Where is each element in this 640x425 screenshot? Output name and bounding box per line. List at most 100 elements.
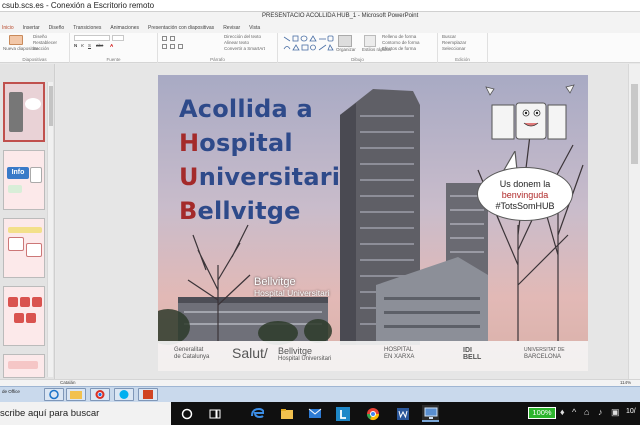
thumb-number: 3 [4,219,5,224]
powerpoint-titlebar: PRESENTACIO ACOLLIDA HUB_1 - Microsoft P… [0,12,640,23]
taskbar-search-box[interactable]: scribe aquí para buscar [0,402,171,425]
quick-styles-icon [364,35,376,47]
workspace-scrollbar[interactable] [628,64,640,379]
tab-presentacion[interactable]: Presentación con diapositivas [148,25,214,31]
bubble-hashtag: #TotsSomHUB [495,201,555,211]
chrome-icon[interactable] [364,405,381,422]
logo-generalitat: Generalitat de Catalunya [174,347,210,360]
underline-button[interactable]: S [88,43,91,48]
remote-desktop-titlebar: csub.scs.es - Conexión a Escritorio remo… [0,0,640,12]
shapes-gallery[interactable] [282,35,334,53]
thumb-box [14,313,24,323]
volume-icon[interactable]: ♪ [598,407,603,417]
thumb-box [20,297,30,307]
remote-desktop-icon[interactable] [422,405,439,422]
italic-button[interactable]: K [81,43,84,48]
thumb-box [8,297,18,307]
font-size-select[interactable] [112,35,124,41]
thumbnail-scrollbar[interactable] [47,82,53,377]
align-center-icon[interactable] [170,44,175,49]
tab-vista[interactable]: Vista [249,25,260,31]
welcome-speech-bubble: Us donem la benvinguda #TotsSomHUB [477,167,573,221]
numbering-icon[interactable] [170,36,175,41]
thumb-number: 4 [4,287,5,292]
slide-thumbnail-3[interactable]: 3 [3,218,45,278]
replace-button[interactable]: Reemplazar [442,40,466,45]
layout-button[interactable]: Diseño [33,34,47,39]
drawing-group-label: Dibujo [351,57,364,62]
bold-button[interactable]: N [74,43,77,48]
thumb-box [30,167,42,183]
cortana-icon[interactable] [178,405,195,422]
remote-taskbar-item[interactable]: de Office [2,389,20,401]
align-right-icon[interactable] [178,44,183,49]
shape-effects-button[interactable]: Efectos de forma [382,46,416,51]
powerpoint-status-bar: Catalán 114% [0,379,640,386]
ribbon: Nueva diapositiva Diseño Restablecer Sec… [0,33,640,63]
align-text-button[interactable]: Alinear texto [224,40,249,45]
arrange-button[interactable]: Organizar [336,47,356,52]
scrollbar-thumb[interactable] [631,84,638,164]
slide-thumbnail-5[interactable]: 5 [3,354,45,378]
smartart-button[interactable]: Convertir a SmartArt [224,46,265,51]
remote-desktop-title: csub.scs.es - Conexión a Escritorio remo… [2,1,155,10]
logo-universitat-barcelona: UNIVERSITAT DE BARCELONA [524,347,565,360]
status-language: Catalán [60,380,76,385]
slide-thumbnail-pane: 1 2 Info 3 4 5 [0,64,55,379]
bullets-icon[interactable] [162,36,167,41]
thumb-number: 1 [3,84,6,89]
title-line-4: Bellvitge [179,197,301,225]
scrollbar-thumb[interactable] [49,86,53,126]
text-direction-button[interactable]: Dirección del texto [224,34,261,39]
network-icon[interactable]: ♦ [560,407,565,417]
task-view-icon[interactable] [206,405,223,422]
thumb-number: 2 [4,151,5,156]
folder-app-icon[interactable] [66,388,86,401]
slide-thumbnail-2[interactable]: 2 Info [3,150,45,210]
font-color-button[interactable]: A [110,43,113,48]
zoom-level[interactable]: 114% [620,380,631,385]
select-button[interactable]: Seleccionar [442,46,466,51]
skype-app-icon[interactable] [114,388,134,401]
battery-indicator[interactable]: 100% [528,407,556,419]
tab-revisar[interactable]: Revisar [223,25,240,31]
reset-button[interactable]: Restablecer [33,40,57,45]
tab-transiciones[interactable]: Transiciones [73,25,101,31]
thumb-box [26,243,42,257]
paragraph-group-label: Párrafo [210,57,225,62]
message-icon[interactable]: ▣ [611,407,620,418]
building-sign-sub: Hospital Universitari [254,288,330,298]
remote-taskbar: de Office [0,386,640,402]
shape-fill-button[interactable]: Relleno de forma [382,34,416,39]
tab-diseno[interactable]: Diseño [49,25,65,31]
font-name-select[interactable] [74,35,110,41]
tab-inicio[interactable]: Inicio [2,25,14,31]
slide-canvas[interactable]: Acollida a Hospital Universitari Bellvit… [158,75,588,371]
app-l-icon[interactable] [334,405,351,422]
edge-icon[interactable] [248,405,265,422]
bubble-line-1: Us donem la [499,179,551,189]
word-icon[interactable] [394,405,411,422]
tab-insertar[interactable]: Insertar [23,25,40,31]
taskbar-clock[interactable]: 10/ [626,408,636,415]
mail-icon[interactable] [306,405,323,422]
logo-salut: Salut/ [232,345,268,361]
slide-thumbnail-4[interactable]: 4 [3,286,45,346]
powerpoint-app-icon[interactable] [138,388,158,401]
find-button[interactable]: Buscar [442,34,456,39]
chrome-app-icon[interactable] [90,388,110,401]
tab-animaciones[interactable]: Animaciones [110,25,139,31]
chevron-up-icon[interactable]: ^ [572,407,576,417]
shape-outline-button[interactable]: Contorno de forma [382,40,420,45]
align-left-icon[interactable] [162,44,167,49]
section-button[interactable]: Sección [33,46,49,51]
thumb-box [8,185,22,193]
file-explorer-icon[interactable] [278,405,295,422]
editing-group-label: Edición [455,57,470,62]
logo-idibell: IDI BELL [463,347,482,361]
strikethrough-button[interactable]: abc [96,43,103,48]
wifi-icon[interactable]: ⌂ [584,407,589,417]
thumb-box [32,297,42,307]
slide-thumbnail-1[interactable]: 1 [3,82,45,142]
ie-app-icon[interactable] [44,388,64,401]
